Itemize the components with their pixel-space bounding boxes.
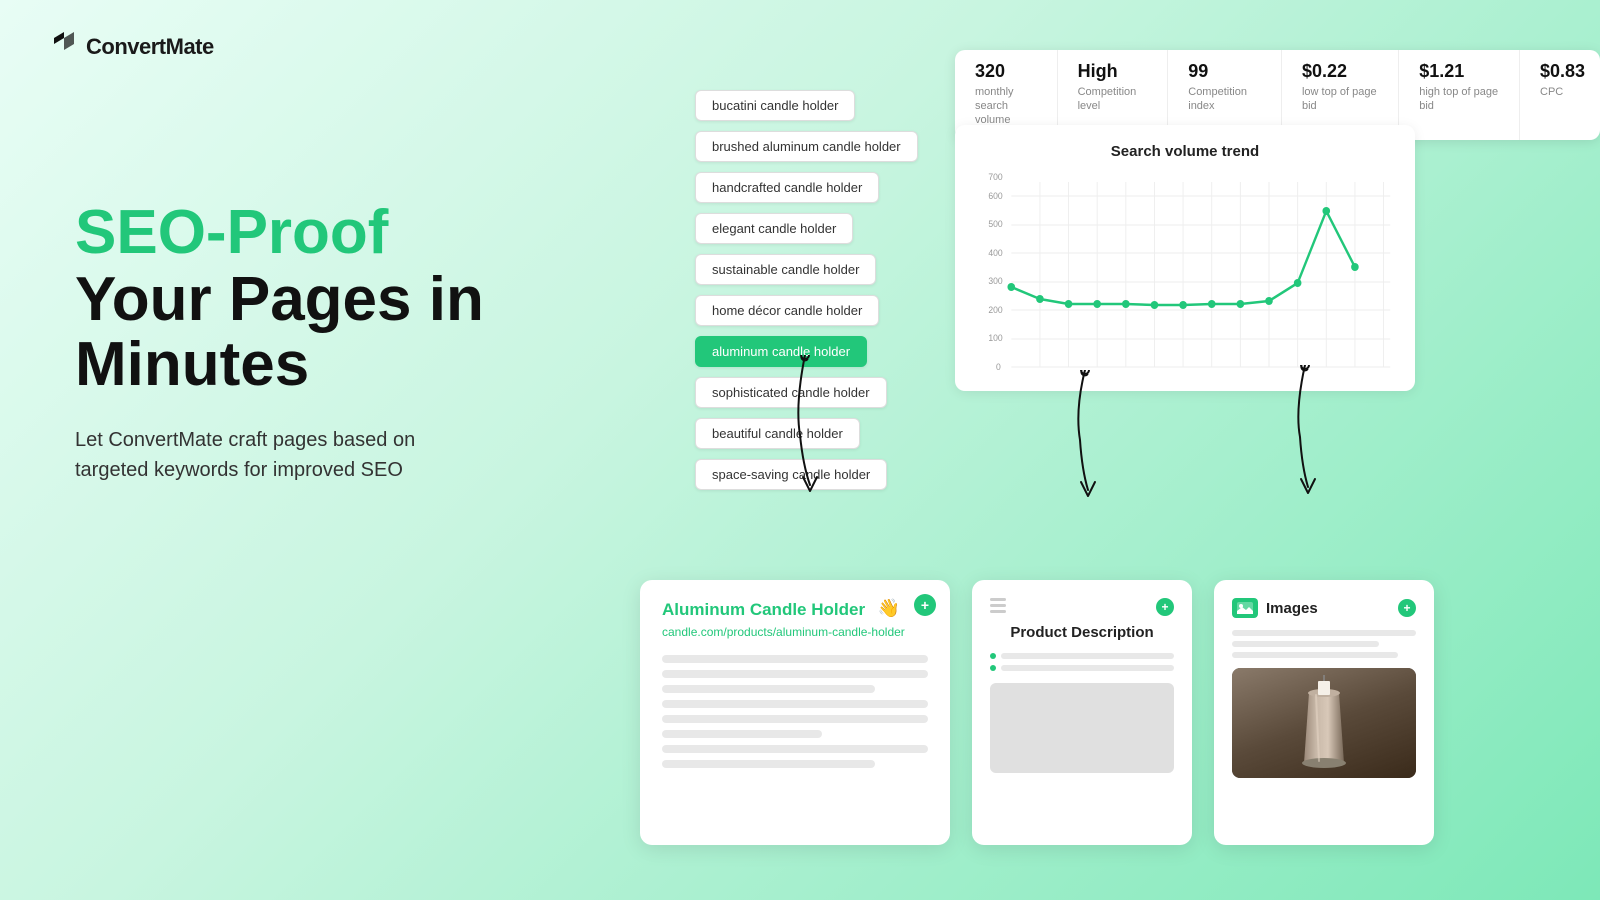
card-product-lines [990, 653, 1174, 671]
candle-holder-visual [1232, 668, 1416, 778]
svg-text:300: 300 [988, 276, 1002, 286]
svg-text:400: 400 [988, 248, 1002, 258]
card-product-title: Product Description [990, 624, 1174, 641]
svg-text:100: 100 [988, 333, 1002, 343]
content-line-5 [662, 715, 928, 723]
hero-subtitle: Let ConvertMate craft pages based on tar… [75, 425, 655, 485]
keyword-tag-0[interactable]: bucatini candle holder [695, 90, 855, 121]
svg-text:0: 0 [996, 362, 1001, 372]
card-images-plus[interactable]: + [1398, 599, 1416, 617]
product-line-row-1 [990, 653, 1174, 659]
card-product-header: + [990, 598, 1174, 616]
chart-panel: Search volume trend 0 100 200 300 400 50… [955, 125, 1415, 391]
dot-1 [990, 598, 1006, 601]
stat-value-5: $0.83 [1540, 62, 1580, 82]
card-page-url: candle.com/products/aluminum-candle-hold… [662, 624, 928, 641]
product-bar-1 [1001, 653, 1174, 659]
images-icon-box [1232, 598, 1258, 618]
dot-2 [990, 604, 1006, 607]
stat-high-bid: $1.21 high top of page bid [1399, 50, 1520, 140]
keyword-tag-2[interactable]: handcrafted candle holder [695, 172, 879, 203]
content-line-6 [662, 730, 822, 738]
cards-row: Aluminum Candle Holder 👋 + candle.com/pr… [640, 580, 1434, 845]
images-line-1 [1232, 630, 1416, 636]
stat-label-1: Competition level [1078, 85, 1148, 114]
hero-line2: Your Pages in Minutes [75, 267, 655, 397]
hero-section: SEO-Proof Your Pages in Minutes Let Conv… [75, 200, 655, 485]
search-volume-chart: 0 100 200 300 400 500 600 700 [975, 172, 1395, 372]
logo-text: ConvertMate [86, 34, 214, 60]
product-icon-dots [990, 598, 1006, 613]
svg-text:500: 500 [988, 219, 1002, 229]
bullet-2 [990, 665, 996, 671]
card-images-header: Images + [1232, 598, 1416, 618]
keyword-tag-3[interactable]: elegant candle holder [695, 213, 853, 244]
chart-title: Search volume trend [975, 143, 1395, 160]
content-line-7 [662, 745, 928, 753]
stat-value-2: 99 [1188, 62, 1261, 82]
keyword-tag-5[interactable]: home décor candle holder [695, 295, 879, 326]
arrow-3 [1270, 365, 1340, 500]
stat-cpc: $0.83 CPC [1520, 50, 1600, 140]
stat-label-3: low top of page bid [1302, 85, 1378, 114]
product-line-row-2 [990, 665, 1174, 671]
card-product-plus[interactable]: + [1156, 598, 1174, 616]
stat-value-3: $0.22 [1302, 62, 1378, 82]
arrow-1 [775, 355, 845, 495]
hero-line1: SEO-Proof [75, 200, 655, 265]
card-images: Images + [1214, 580, 1434, 845]
content-line-1 [662, 655, 928, 663]
dot-3 [990, 610, 1006, 613]
card-product-placeholder-img [990, 683, 1174, 773]
card-page: Aluminum Candle Holder 👋 + candle.com/pr… [640, 580, 950, 845]
arrow-2 [1050, 370, 1120, 500]
card-images-lines [1232, 630, 1416, 658]
stat-value-4: $1.21 [1419, 62, 1499, 82]
content-line-4 [662, 700, 928, 708]
bullet-1 [990, 653, 996, 659]
card-page-plus[interactable]: + [914, 594, 936, 616]
stat-label-5: CPC [1540, 85, 1580, 99]
stat-label-0: monthly searchvolume [975, 85, 1037, 128]
header: ConvertMate [50, 30, 214, 64]
card-product-actions: + [1156, 598, 1174, 616]
keyword-tag-4[interactable]: sustainable candle holder [695, 254, 876, 285]
svg-text:700: 700 [988, 172, 1002, 182]
card-product: + Product Description [972, 580, 1192, 845]
wave-hand-icon: 👋 [878, 598, 900, 619]
content-line-3 [662, 685, 875, 693]
stat-label-4: high top of page bid [1419, 85, 1499, 114]
images-line-2 [1232, 641, 1379, 647]
keyword-tag-1[interactable]: brushed aluminum candle holder [695, 131, 918, 162]
stat-value-0: 320 [975, 62, 1037, 82]
image-icon [1237, 602, 1253, 614]
svg-text:600: 600 [988, 191, 1002, 201]
stat-label-2: Competition index [1188, 85, 1261, 114]
card-page-content-lines [662, 655, 928, 768]
svg-text:200: 200 [988, 305, 1002, 315]
content-line-2 [662, 670, 928, 678]
images-line-3 [1232, 652, 1398, 658]
card-images-title: Images [1266, 600, 1318, 617]
logo-icon [50, 30, 78, 64]
content-line-8 [662, 760, 875, 768]
stat-value-1: High [1078, 62, 1148, 82]
candle-holder-image [1232, 668, 1416, 778]
product-bar-2 [1001, 665, 1174, 671]
candle-holder-svg [1284, 673, 1364, 773]
